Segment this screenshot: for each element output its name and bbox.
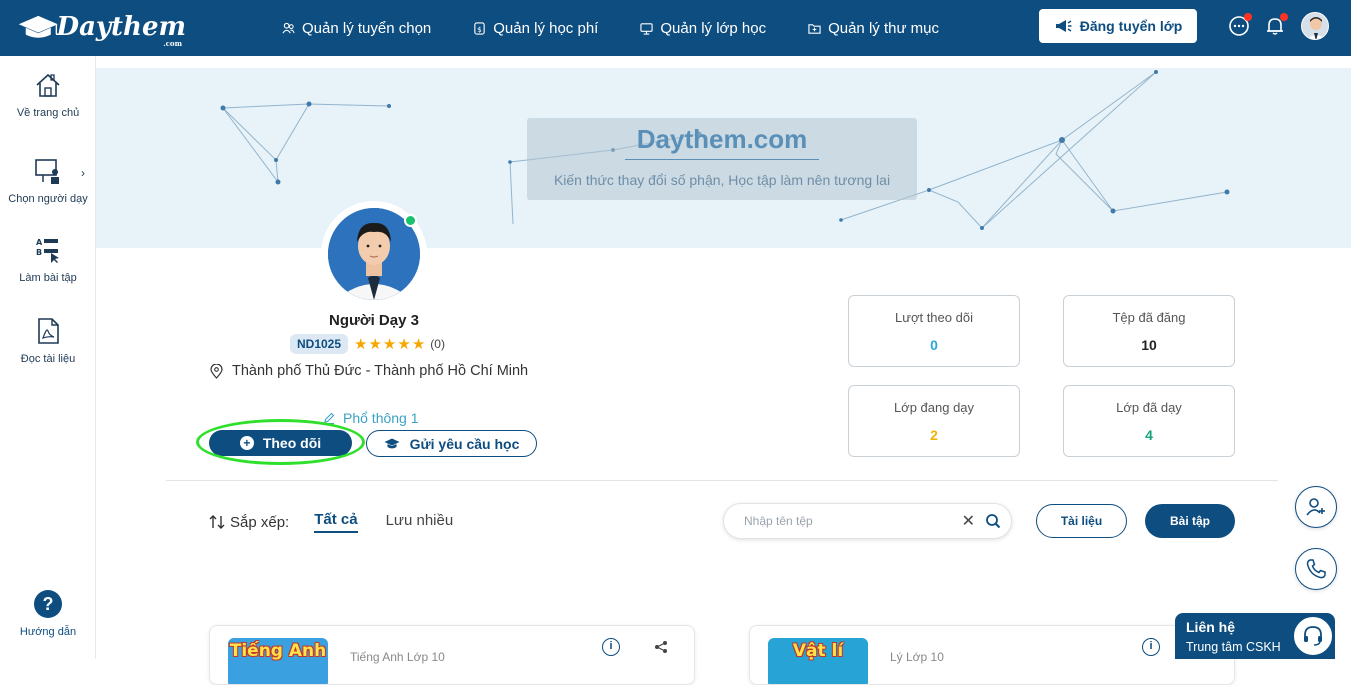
graduation-cap-icon bbox=[18, 15, 58, 38]
document-subject: Tiếng Anh Lớp 10 bbox=[350, 650, 445, 664]
online-status-dot bbox=[404, 214, 417, 227]
stat-classes-taught: Lớp đã dạy 4 bbox=[1063, 385, 1235, 457]
phone-icon bbox=[1306, 559, 1326, 579]
clear-icon[interactable]: ✕ bbox=[962, 511, 975, 531]
post-class-button[interactable]: Đăng tuyển lớp bbox=[1039, 9, 1197, 43]
sort-tab-most-saved[interactable]: Lưu nhiều bbox=[386, 512, 454, 532]
profile-avatar-frame bbox=[321, 201, 427, 307]
share-icon[interactable] bbox=[654, 640, 668, 654]
add-user-icon bbox=[1306, 498, 1325, 516]
info-icon[interactable]: i bbox=[602, 638, 620, 656]
chat-notification-dot bbox=[1244, 13, 1252, 21]
document-card[interactable]: Tiếng Anh Tiếng Anh Lớp 10 i bbox=[209, 625, 695, 685]
sidebar-item-choose-teacher[interactable]: Chọn người dạy bbox=[0, 157, 96, 205]
bell-notification-dot bbox=[1280, 13, 1288, 21]
users-icon bbox=[282, 22, 295, 33]
rating-count: (0) bbox=[430, 337, 445, 351]
banner-brand-box: Daythem.com Kiến thức thay đổi số phận, … bbox=[527, 118, 917, 200]
sort-bar: Sắp xếp: Tất cả Lưu nhiều bbox=[209, 511, 453, 533]
teacher-icon bbox=[35, 159, 59, 184]
pdf-icon bbox=[38, 318, 59, 344]
plus-circle-icon: + bbox=[239, 436, 254, 450]
documents-filter-button[interactable]: Tài liệu bbox=[1036, 504, 1127, 538]
document-card[interactable]: Vật lí Lý Lớp 10 i bbox=[749, 625, 1235, 685]
home-icon bbox=[36, 73, 60, 97]
help-guide[interactable]: ? Hướng dẫn bbox=[0, 590, 96, 638]
classroom-icon bbox=[640, 22, 653, 35]
logo[interactable]: Daythem .com bbox=[16, 7, 186, 48]
chat-icon[interactable] bbox=[1227, 13, 1252, 38]
document-subject: Lý Lớp 10 bbox=[890, 650, 944, 664]
info-icon[interactable]: i bbox=[1142, 638, 1160, 656]
banner-subtitle: Kiến thức thay đổi số phận, Học tập làm … bbox=[553, 172, 891, 188]
user-avatar[interactable] bbox=[1301, 12, 1329, 40]
svg-text:$: $ bbox=[477, 24, 482, 33]
sidebar-item-exercise[interactable]: AB Làm bài tập bbox=[0, 236, 96, 284]
banner-title: Daythem.com bbox=[624, 124, 820, 160]
profile-rating-row: ND1025 ★★★★★ (0) bbox=[290, 333, 445, 355]
call-button[interactable] bbox=[1295, 548, 1337, 590]
profile-location: Thành phố Thủ Đức - Thành phố Hồ Chí Min… bbox=[210, 363, 528, 379]
star-rating-icon: ★★★★★ bbox=[354, 336, 427, 353]
contact-subtitle: Trung tâm CSKH bbox=[1186, 640, 1281, 654]
location-pin-icon bbox=[210, 363, 223, 379]
sidebar: Về trang chủ Chọn người dạy › AB Làm bài… bbox=[0, 56, 96, 659]
profile-banner: Daythem.com Kiến thức thay đổi số phận, … bbox=[96, 68, 1351, 248]
nav-quan-ly-lop-hoc[interactable]: Quản lý lớp học bbox=[640, 20, 766, 37]
teacher-code-badge: ND1025 bbox=[290, 334, 349, 354]
profile-grade: Phổ thông 1 bbox=[323, 410, 419, 426]
nav-quan-ly-hoc-phi[interactable]: $ Quản lý học phí bbox=[473, 20, 598, 37]
sidebar-item-read-document[interactable]: Đọc tài liệu bbox=[0, 317, 96, 365]
headset-icon bbox=[1292, 615, 1334, 657]
svg-text:A: A bbox=[36, 238, 43, 247]
document-thumbnail: Vật lí bbox=[768, 638, 868, 684]
exercises-filter-button[interactable]: Bài tập bbox=[1145, 504, 1235, 538]
pencil-icon bbox=[324, 412, 335, 424]
logo-text: Daythem .com bbox=[56, 12, 186, 48]
file-search-input[interactable] bbox=[744, 514, 962, 528]
file-search-box: ✕ bbox=[723, 503, 1012, 539]
help-icon: ? bbox=[34, 590, 62, 618]
stat-files-posted: Tệp đã đăng 10 bbox=[1063, 295, 1235, 367]
sort-label: Sắp xếp: bbox=[230, 513, 290, 531]
section-divider bbox=[166, 480, 1278, 481]
main-nav: Quản lý tuyển chọn $ Quản lý học phí Quả… bbox=[282, 0, 981, 56]
profile-name: Người Dạy 3 bbox=[329, 312, 419, 329]
graduation-cap-icon bbox=[384, 438, 400, 448]
svg-text:B: B bbox=[36, 248, 42, 257]
search-icon[interactable] bbox=[985, 513, 1001, 529]
add-friend-button[interactable] bbox=[1295, 486, 1337, 528]
follow-button[interactable]: + Theo dõi bbox=[209, 430, 352, 456]
nav-quan-ly-thu-muc[interactable]: Quản lý thư mục bbox=[808, 20, 939, 37]
sort-tab-all[interactable]: Tất cả bbox=[314, 511, 358, 533]
sort-icon bbox=[209, 515, 225, 529]
contact-title: Liên hệ bbox=[1186, 619, 1236, 635]
contact-support-widget[interactable]: Liên hệ Trung tâm CSKH bbox=[1175, 613, 1335, 659]
nav-quan-ly-tuyen-chon[interactable]: Quản lý tuyển chọn bbox=[282, 20, 431, 37]
stat-classes-teaching: Lớp đang dạy 2 bbox=[848, 385, 1020, 457]
send-study-request-button[interactable]: Gửi yêu cầu học bbox=[366, 430, 537, 457]
folder-icon bbox=[808, 23, 821, 34]
sidebar-expand-arrow[interactable]: › bbox=[81, 166, 85, 180]
sidebar-item-home[interactable]: Về trang chủ bbox=[0, 71, 96, 119]
top-navbar: Daythem .com Quản lý tuyển chọn $ Quản lý… bbox=[0, 0, 1351, 56]
exercise-icon: AB bbox=[36, 238, 59, 263]
money-icon: $ bbox=[474, 21, 485, 35]
stat-followers: Lượt theo dõi 0 bbox=[848, 295, 1020, 367]
document-thumbnail: Tiếng Anh bbox=[228, 638, 328, 684]
megaphone-icon bbox=[1055, 20, 1072, 32]
bell-icon[interactable] bbox=[1263, 13, 1288, 38]
